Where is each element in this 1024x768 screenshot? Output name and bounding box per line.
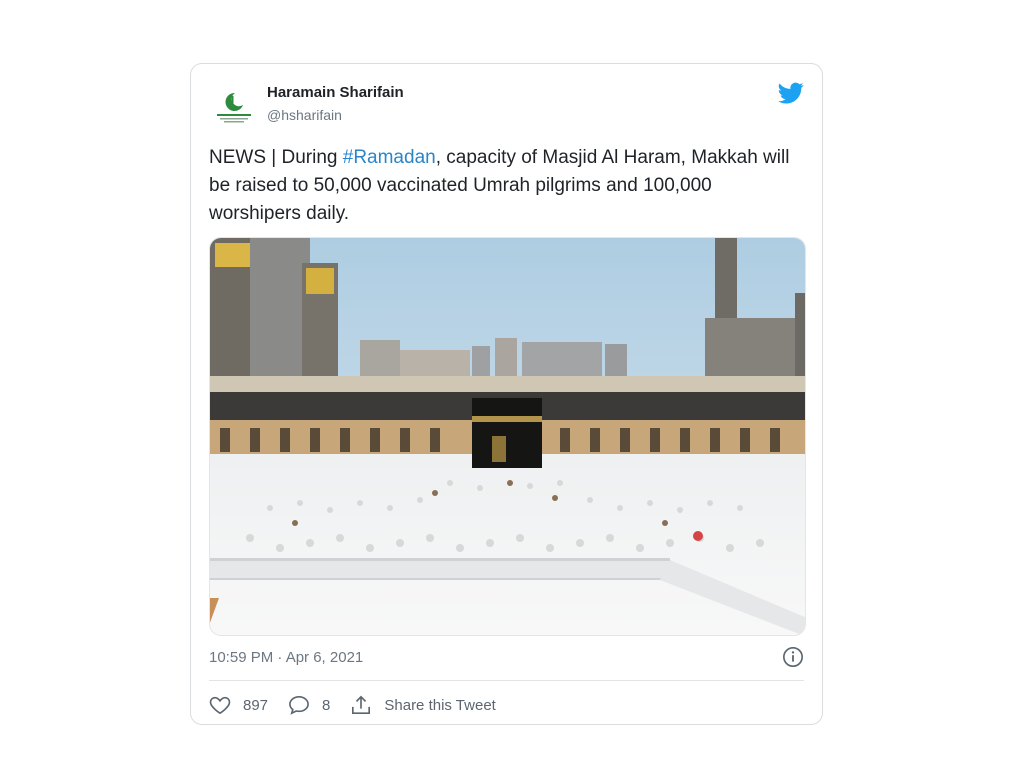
- tweet-timestamp[interactable]: 10:59 PM · Apr 6, 2021: [209, 649, 363, 666]
- share-upload-icon: [352, 695, 371, 714]
- masjid-al-haram-photo: [210, 238, 805, 635]
- twitter-bird-icon[interactable]: [778, 80, 804, 106]
- share-button[interactable]: Share this Tweet: [350, 695, 496, 715]
- share-label: Share this Tweet: [384, 696, 496, 714]
- author-handle[interactable]: @hsharifain: [267, 107, 342, 123]
- tweet-actions: 897 8 Share this Tweet: [209, 692, 516, 718]
- haramain-logo-icon: [210, 83, 258, 131]
- tweet-card[interactable]: Haramain Sharifain @hsharifain NEWS | Du…: [190, 63, 823, 725]
- divider: [209, 680, 804, 681]
- reply-button[interactable]: 8: [288, 695, 330, 715]
- like-count: 897: [243, 696, 269, 714]
- tweet-text-part: NEWS | During: [209, 147, 343, 168]
- reply-bubble-icon: [289, 695, 309, 715]
- tweet-photo[interactable]: [209, 237, 806, 636]
- tweet-text: NEWS | During #Ramadan, capacity of Masj…: [209, 144, 799, 228]
- info-icon[interactable]: [782, 646, 804, 668]
- heart-icon: [209, 696, 231, 715]
- like-button[interactable]: 897: [209, 695, 268, 715]
- author-avatar[interactable]: [209, 82, 259, 132]
- author-name[interactable]: Haramain Sharifain: [267, 84, 404, 101]
- hashtag-link[interactable]: #Ramadan: [343, 147, 436, 168]
- reply-count: 8: [322, 696, 331, 714]
